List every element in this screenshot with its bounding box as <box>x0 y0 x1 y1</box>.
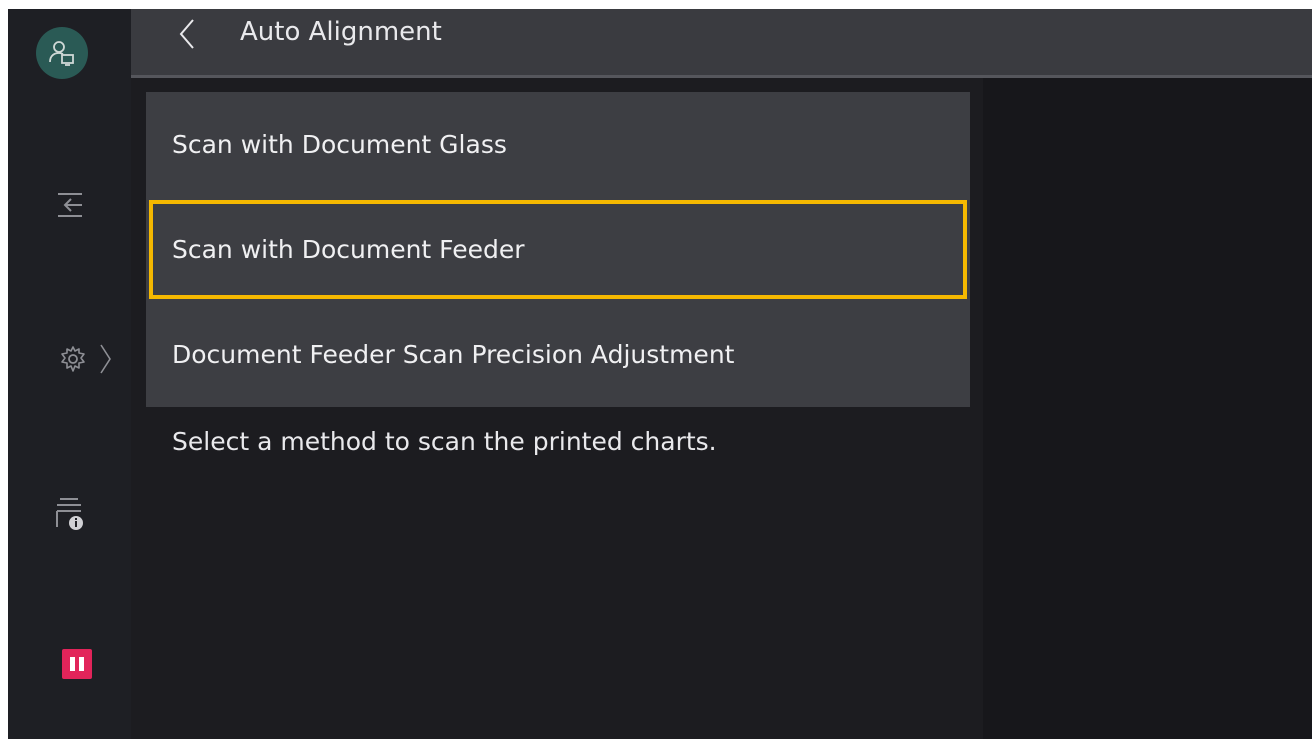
header-bar: Auto Alignment <box>131 9 1312 78</box>
instruction-text: Select a method to scan the printed char… <box>172 427 717 456</box>
menu-item-label: Scan with Document Feeder <box>172 235 525 264</box>
menu-item-label: Document Feeder Scan Precision Adjustmen… <box>172 340 735 369</box>
menu-item-precision-adjustment[interactable]: Document Feeder Scan Precision Adjustmen… <box>146 302 970 407</box>
job-info-icon <box>56 498 83 530</box>
back-button[interactable] <box>167 9 207 59</box>
user-icon <box>49 41 74 66</box>
gear-icon <box>61 346 85 372</box>
logout-button[interactable] <box>50 187 90 223</box>
right-panel <box>983 78 1312 739</box>
method-menu: Scan with Document Glass Scan with Docum… <box>146 92 970 407</box>
chevron-right-icon <box>100 344 111 374</box>
device-screen: Auto Alignment Scan with Document Glass … <box>8 9 1312 739</box>
chevron-left-icon <box>179 19 194 49</box>
page-title: Auto Alignment <box>240 17 442 47</box>
left-rail <box>8 9 131 739</box>
job-status-button[interactable] <box>50 489 90 541</box>
menu-item-document-glass[interactable]: Scan with Document Glass <box>146 92 970 197</box>
content-area: Auto Alignment Scan with Document Glass … <box>131 9 1312 739</box>
menu-item-document-feeder[interactable]: Scan with Document Feeder <box>146 197 970 302</box>
pause-button[interactable] <box>62 649 92 679</box>
logout-icon <box>58 193 82 217</box>
user-button[interactable] <box>36 27 88 79</box>
menu-item-label: Scan with Document Glass <box>172 130 507 159</box>
settings-button[interactable] <box>46 337 126 381</box>
pause-icon <box>68 657 86 671</box>
